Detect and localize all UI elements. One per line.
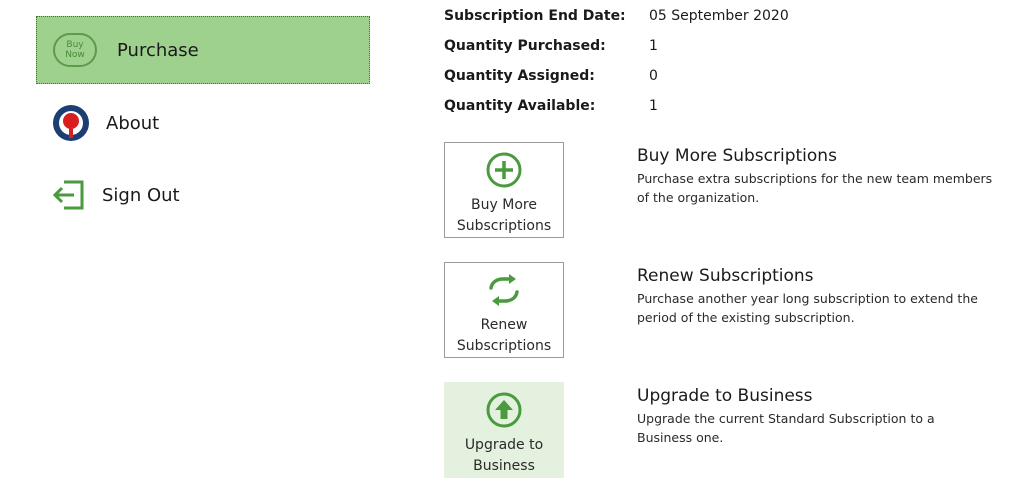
upgrade-description: Upgrade to Business Upgrade the current … [637,386,1007,447]
sign-out-icon [50,176,88,214]
tile-label-line1: Buy More [471,197,537,213]
buy-now-icon: Buy Now [53,33,97,67]
upgrade-to-business-button[interactable]: Upgrade to Business [444,382,564,478]
about-icon [52,104,90,142]
info-row-available: Quantity Available: 1 [444,96,658,116]
info-value: 1 [649,98,658,114]
action-title: Upgrade to Business [637,386,813,406]
info-label: Quantity Available: [444,98,596,114]
info-label: Quantity Purchased: [444,38,606,54]
upgrade-arrow-icon [485,391,523,429]
tile-label-line2: Subscriptions [456,218,552,234]
buy-now-badge-line1: Buy [66,40,84,50]
renew-icon [485,271,523,309]
action-description: Purchase extra subscriptions for the new… [637,171,993,205]
info-value: 0 [649,68,658,84]
tile-label-line2: Subscriptions [456,338,552,354]
tile-label-line1: Renew [480,317,528,333]
info-row-purchased: Quantity Purchased: 1 [444,36,658,56]
info-row-assigned: Quantity Assigned: 0 [444,66,658,86]
sidebar-item-label: Purchase [117,39,199,61]
sidebar-item-about[interactable]: About [36,89,370,157]
sidebar-item-sign-out[interactable]: Sign Out [36,161,370,229]
info-label: Quantity Assigned: [444,68,595,84]
action-title: Renew Subscriptions [637,266,814,286]
action-description: Upgrade the current Standard Subscriptio… [637,411,935,445]
tile-label-line1: Upgrade to [464,437,544,453]
action-description: Purchase another year long subscription … [637,291,978,325]
info-label: Subscription End Date: [444,8,626,24]
buy-more-description: Buy More Subscriptions Purchase extra su… [637,146,1007,207]
plus-circle-icon [485,151,523,189]
renew-description: Renew Subscriptions Purchase another yea… [637,266,1007,327]
info-row-end-date: Subscription End Date: 05 September 2020 [444,6,789,26]
tile-label-line2: Business [473,458,535,474]
buy-more-subscriptions-button[interactable]: Buy More Subscriptions [444,142,564,238]
sidebar-item-label: About [106,112,160,134]
action-title: Buy More Subscriptions [637,146,837,166]
buy-now-badge-line2: Now [65,50,85,60]
sidebar-item-label: Sign Out [102,184,180,206]
purchase-page: Buy Now Purchase About Sign Out Subscrip… [0,0,1024,493]
sidebar-item-purchase[interactable]: Buy Now Purchase [36,16,370,84]
info-value: 05 September 2020 [649,8,789,24]
info-value: 1 [649,38,658,54]
renew-subscriptions-button[interactable]: Renew Subscriptions [444,262,564,358]
